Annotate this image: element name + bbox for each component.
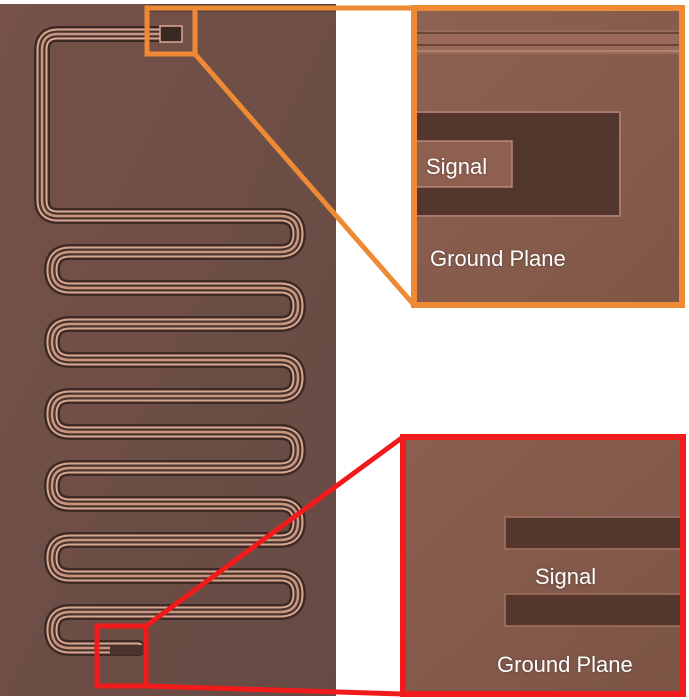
open-end-pad: [159, 25, 183, 43]
inset-bottom-gap-lower: [504, 593, 684, 627]
termination-lines: [110, 645, 144, 655]
inset-bottom-ground-label: Ground Plane: [497, 652, 633, 677]
inset-bottom-gap-upper: [504, 516, 684, 550]
micrograph-figure: [0, 4, 686, 697]
inset-bottom-signal-label: Signal: [535, 564, 597, 589]
inset-top-signal-label: Signal: [426, 154, 488, 179]
inset-top-ground-label: Ground Plane: [430, 246, 566, 271]
